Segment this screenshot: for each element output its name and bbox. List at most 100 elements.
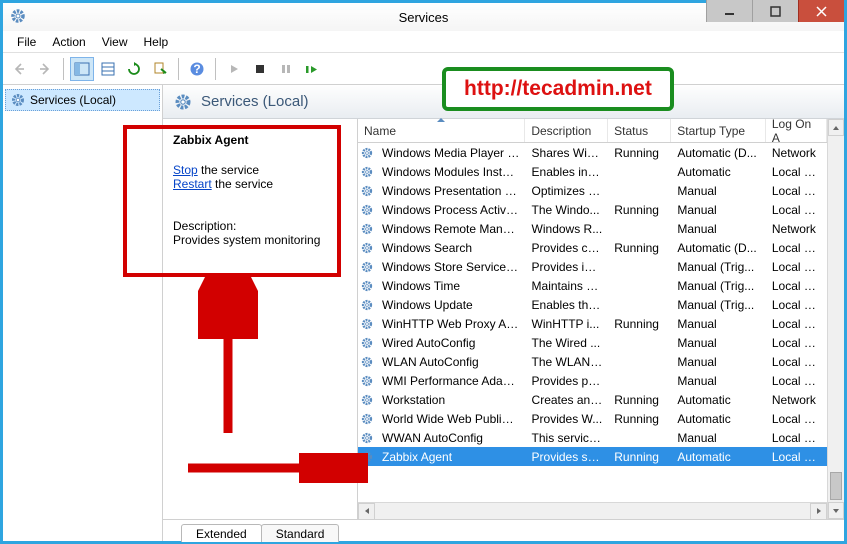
column-header-startup-type[interactable]: Startup Type bbox=[671, 119, 766, 142]
cell-description: The WLANS... bbox=[526, 355, 609, 369]
service-row[interactable]: WinHTTP Web Proxy Auto-...WinHTTP i...Ru… bbox=[358, 314, 827, 333]
service-row[interactable]: Windows Remote Manage...Windows R...Manu… bbox=[358, 219, 827, 238]
service-row[interactable]: Wired AutoConfigThe Wired ...ManualLocal… bbox=[358, 333, 827, 352]
service-row[interactable]: Windows Presentation Fou...Optimizes p..… bbox=[358, 181, 827, 200]
column-header-status[interactable]: Status bbox=[608, 119, 671, 142]
cell-name: WWAN AutoConfig bbox=[376, 431, 526, 445]
column-header-description[interactable]: Description bbox=[525, 119, 608, 142]
export-list-button[interactable] bbox=[148, 57, 172, 81]
service-gear-icon bbox=[358, 374, 376, 388]
restart-button[interactable] bbox=[300, 57, 324, 81]
close-button[interactable] bbox=[798, 0, 844, 22]
scroll-right-button[interactable] bbox=[810, 503, 827, 520]
cell-description: Creates and... bbox=[526, 393, 609, 407]
cell-status: Running bbox=[608, 203, 671, 217]
menu-help[interactable]: Help bbox=[136, 33, 177, 51]
refresh-button[interactable] bbox=[122, 57, 146, 81]
cell-name: Windows Time bbox=[376, 279, 526, 293]
services-window: Services File Action View Help ? bbox=[0, 0, 847, 544]
menu-file[interactable]: File bbox=[9, 33, 44, 51]
service-gear-icon bbox=[358, 222, 376, 236]
play-button[interactable] bbox=[222, 57, 246, 81]
service-row[interactable]: WMI Performance AdapterProvides pe...Man… bbox=[358, 371, 827, 390]
cell-log-on-a: Local Ser bbox=[766, 260, 827, 274]
cell-log-on-a: Local Ser bbox=[766, 431, 827, 445]
service-row[interactable]: Windows UpdateEnables the ...Manual (Tri… bbox=[358, 295, 827, 314]
cell-name: Windows Presentation Fou... bbox=[376, 184, 526, 198]
cell-startup-type: Manual bbox=[671, 184, 766, 198]
cell-name: Windows Search bbox=[376, 241, 526, 255]
tab-extended[interactable]: Extended bbox=[181, 524, 262, 542]
tree-pane[interactable]: Services (Local) bbox=[3, 85, 163, 541]
help-button[interactable]: ? bbox=[185, 57, 209, 81]
service-row[interactable]: Zabbix AgentProvides sys...RunningAutoma… bbox=[358, 447, 827, 466]
toolbar-separator bbox=[178, 58, 179, 80]
service-row[interactable]: WWAN AutoConfigThis service ...ManualLoc… bbox=[358, 428, 827, 447]
scroll-up-button[interactable] bbox=[828, 119, 844, 136]
detail-pane: Zabbix Agent Stop the service Restart th… bbox=[163, 119, 358, 519]
cell-description: Shares Win... bbox=[526, 146, 609, 160]
horizontal-scrollbar[interactable] bbox=[358, 502, 827, 519]
vertical-scrollbar[interactable] bbox=[827, 119, 844, 519]
scroll-down-button[interactable] bbox=[828, 502, 844, 519]
cell-log-on-a: Local Sys bbox=[766, 336, 827, 350]
menu-action[interactable]: Action bbox=[44, 33, 93, 51]
column-header-log-on-a[interactable]: Log On A bbox=[766, 119, 827, 142]
cell-startup-type: Automatic bbox=[671, 450, 766, 464]
cell-log-on-a: Local Sys bbox=[766, 355, 827, 369]
service-row[interactable]: Windows SearchProvides co...RunningAutom… bbox=[358, 238, 827, 257]
titlebar[interactable]: Services bbox=[3, 3, 844, 31]
pause-button[interactable] bbox=[274, 57, 298, 81]
cell-name: World Wide Web Publishin... bbox=[376, 412, 526, 426]
service-row[interactable]: WorkstationCreates and...RunningAutomati… bbox=[358, 390, 827, 409]
service-row[interactable]: Windows Media Player Net...Shares Win...… bbox=[358, 143, 827, 162]
service-rows[interactable]: Windows Media Player Net...Shares Win...… bbox=[358, 143, 827, 502]
forward-button[interactable] bbox=[33, 57, 57, 81]
hscroll-track[interactable] bbox=[375, 503, 810, 520]
scroll-left-button[interactable] bbox=[358, 503, 375, 520]
cell-name: Windows Remote Manage... bbox=[376, 222, 526, 236]
minimize-button[interactable] bbox=[706, 0, 752, 22]
services-gear-icon bbox=[173, 92, 193, 112]
properties-grid-button[interactable] bbox=[96, 57, 120, 81]
cell-name: WinHTTP Web Proxy Auto-... bbox=[376, 317, 526, 331]
cell-description: Maintains d... bbox=[526, 279, 609, 293]
cell-startup-type: Manual bbox=[671, 336, 766, 350]
service-gear-icon bbox=[358, 203, 376, 217]
cell-description: Provides sys... bbox=[526, 450, 609, 464]
cell-name: WLAN AutoConfig bbox=[376, 355, 526, 369]
service-row[interactable]: Windows TimeMaintains d...Manual (Trig..… bbox=[358, 276, 827, 295]
cell-startup-type: Manual bbox=[671, 203, 766, 217]
cell-description: Enables the ... bbox=[526, 298, 609, 312]
service-gear-icon bbox=[358, 165, 376, 179]
vscroll-thumb[interactable] bbox=[830, 472, 842, 500]
menu-view[interactable]: View bbox=[94, 33, 136, 51]
cell-log-on-a: Local Ser bbox=[766, 279, 827, 293]
stop-service-link[interactable]: Stop bbox=[173, 163, 198, 177]
cell-description: Provides co... bbox=[526, 241, 609, 255]
cell-log-on-a: Local Sys bbox=[766, 203, 827, 217]
stop-button[interactable] bbox=[248, 57, 272, 81]
tab-standard[interactable]: Standard bbox=[261, 524, 340, 542]
cell-status: Running bbox=[608, 146, 671, 160]
cell-startup-type: Manual bbox=[671, 431, 766, 445]
maximize-button[interactable] bbox=[752, 0, 798, 22]
tree-item-services-local[interactable]: Services (Local) bbox=[5, 89, 160, 111]
cell-log-on-a: Local Ser bbox=[766, 184, 827, 198]
column-header-name[interactable]: Name bbox=[358, 119, 525, 142]
detail-description: Provides system monitoring bbox=[173, 233, 347, 247]
restart-service-link[interactable]: Restart bbox=[173, 177, 212, 191]
cell-log-on-a: Local Ser bbox=[766, 317, 827, 331]
service-row[interactable]: Windows Process Activati...The Windo...R… bbox=[358, 200, 827, 219]
service-gear-icon bbox=[358, 450, 376, 464]
sort-asc-icon bbox=[436, 117, 446, 123]
service-row[interactable]: Windows Store Service (WS...Provides inf… bbox=[358, 257, 827, 276]
show-hide-tree-button[interactable] bbox=[70, 57, 94, 81]
service-row[interactable]: Windows Modules InstallerEnables inst...… bbox=[358, 162, 827, 181]
service-gear-icon bbox=[358, 279, 376, 293]
vscroll-track[interactable] bbox=[828, 136, 844, 502]
cell-name: Windows Update bbox=[376, 298, 526, 312]
back-button[interactable] bbox=[7, 57, 31, 81]
service-row[interactable]: WLAN AutoConfigThe WLANS...ManualLocal S… bbox=[358, 352, 827, 371]
service-row[interactable]: World Wide Web Publishin...Provides W...… bbox=[358, 409, 827, 428]
